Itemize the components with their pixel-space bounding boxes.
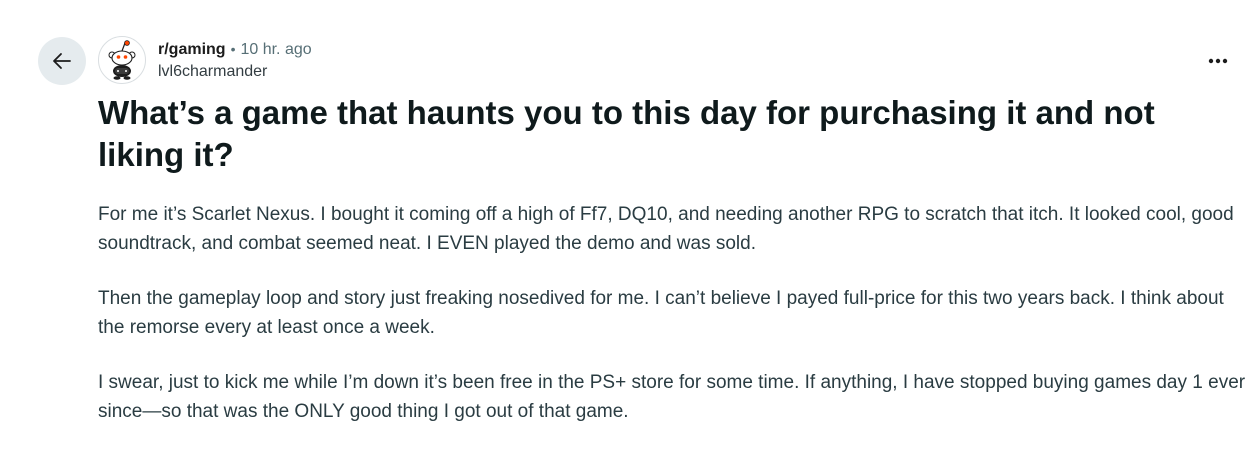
more-options-button[interactable] [1196,44,1240,76]
more-horizontal-icon [1208,51,1228,69]
subreddit-avatar[interactable] [98,36,146,84]
post-meta: r/gaming • 10 hr. ago lvl6charmander [158,38,312,83]
post-body: For me it’s Scarlet Nexus. I bought it c… [98,200,1248,452]
snoo-avatar-icon [108,40,136,80]
subreddit-link[interactable]: r/gaming [158,39,226,61]
arrow-left-icon [50,49,74,73]
post-title: What’s a game that haunts you to this da… [98,94,1155,173]
post-time: 10 hr. ago [240,41,312,58]
meta-separator: • [230,41,236,57]
author-link[interactable]: lvl6charmander [158,61,312,83]
post-paragraph: Then the gameplay loop and story just fr… [98,288,1224,338]
post-paragraph: For me it’s Scarlet Nexus. I bought it c… [98,204,1234,254]
back-button[interactable] [38,37,86,85]
post-paragraph: I swear, just to kick me while I’m down … [98,372,1246,422]
post-meta-row: r/gaming • 10 hr. ago [158,38,312,61]
